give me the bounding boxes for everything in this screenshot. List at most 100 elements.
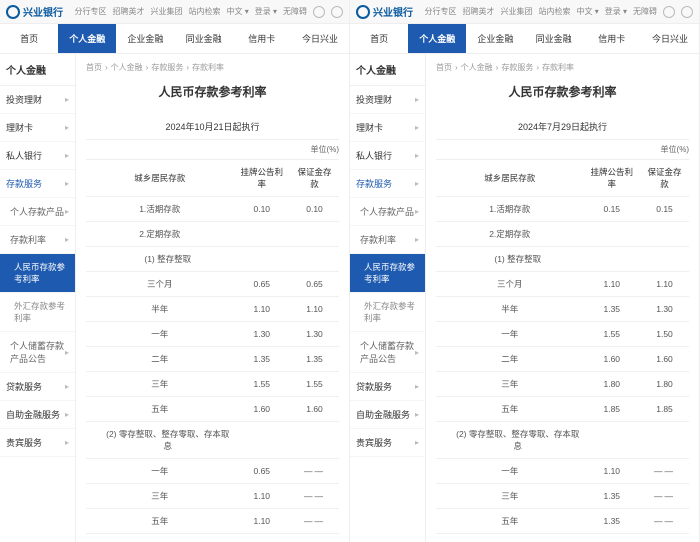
nav-item-0[interactable]: 首页 (0, 24, 58, 53)
row-rate-2 (640, 422, 689, 459)
topbar-link-0[interactable]: 分行专区 (425, 6, 457, 17)
breadcrumb-item-0[interactable]: 首页 (86, 63, 102, 72)
sidebar-item-1[interactable]: 理财卡▸ (350, 114, 425, 142)
nav-item-1[interactable]: 个人金融 (408, 24, 466, 53)
row-label: 三年 (86, 484, 234, 509)
table-row: 二年1.351.35 (86, 347, 339, 372)
nav-item-2[interactable]: 企业金融 (466, 24, 524, 53)
breadcrumb-item-2[interactable]: 存款服务 (151, 63, 183, 72)
col-header-0: 城乡居民存款 (86, 160, 234, 197)
row-label: 一年 (86, 322, 234, 347)
topbar-link-6[interactable]: 无障碍 (283, 6, 307, 17)
nav-item-5[interactable]: 今日兴业 (291, 24, 349, 53)
breadcrumb: 首页›个人金融›存款服务›存款利率 (436, 62, 689, 73)
chevron-right-icon: ▸ (65, 438, 69, 447)
nav-item-3[interactable]: 同业金融 (525, 24, 583, 53)
topbar-link-0[interactable]: 分行专区 (75, 6, 107, 17)
row-rate-1: 1.55 (584, 322, 641, 347)
row-rate-1: 1.35 (234, 347, 291, 372)
sidebar-item-0[interactable]: 投资理财▸ (0, 86, 75, 114)
topbar-link-1[interactable]: 招聘英才 (463, 6, 495, 17)
sidebar-item-3[interactable]: 存款服务▸ (0, 170, 75, 198)
topbar-link-5[interactable]: 登录 ▾ (255, 6, 277, 17)
chevron-right-icon: ▸ (415, 382, 419, 391)
nav-item-0[interactable]: 首页 (350, 24, 408, 53)
sidebar-item-9[interactable]: 贷款服务▸ (350, 373, 425, 401)
sidebar-item-7[interactable]: 外汇存款参考利率 (350, 293, 425, 332)
table-row: 五年1.35—— (436, 509, 689, 534)
sidebar-item-2[interactable]: 私人银行▸ (350, 142, 425, 170)
sidebar-item-5[interactable]: 存款利率▸ (350, 226, 425, 254)
row-rate-1: 1.30 (234, 322, 291, 347)
sidebar-item-10[interactable]: 自助金融服务▸ (0, 401, 75, 429)
row-label: 1.活期存款 (86, 197, 234, 222)
sidebar-item-8[interactable]: 个人储蓄存款产品公告▸ (350, 332, 425, 373)
user-icon[interactable] (331, 6, 343, 18)
search-icon[interactable] (313, 6, 325, 18)
sidebar-item-6[interactable]: 人民币存款参考利率 (0, 254, 75, 293)
sidebar-title: 个人金融 (350, 54, 425, 86)
sidebar-item-6[interactable]: 人民币存款参考利率 (350, 254, 425, 293)
sidebar-item-2[interactable]: 私人银行▸ (0, 142, 75, 170)
nav-item-1[interactable]: 个人金融 (58, 24, 116, 53)
sidebar-item-4[interactable]: 个人存款产品▸ (350, 198, 425, 226)
nav-item-4[interactable]: 信用卡 (583, 24, 641, 53)
breadcrumb-item-3[interactable]: 存款利率 (542, 63, 574, 72)
table-row: (2) 零存整取、整存零取、存本取息 (86, 422, 339, 459)
topbar-link-4[interactable]: 中文 ▾ (577, 6, 599, 17)
chevron-right-icon: ▸ (415, 410, 419, 419)
sidebar-item-10[interactable]: 自助金融服务▸ (350, 401, 425, 429)
sidebar-item-label: 投资理财 (356, 93, 392, 106)
row-rate-2: 1.30 (290, 322, 339, 347)
row-rate-2 (290, 422, 339, 459)
topbar-link-6[interactable]: 无障碍 (633, 6, 657, 17)
row-rate-2: —— (290, 459, 339, 484)
row-rate-1 (584, 247, 641, 272)
nav-item-5[interactable]: 今日兴业 (641, 24, 699, 53)
sidebar-item-11[interactable]: 贵宾服务▸ (350, 429, 425, 457)
row-rate-1: 0.65 (234, 459, 291, 484)
sidebar-item-3[interactable]: 存款服务▸ (350, 170, 425, 198)
sidebar-item-4[interactable]: 个人存款产品▸ (0, 198, 75, 226)
user-icon[interactable] (681, 6, 693, 18)
sidebar-item-5[interactable]: 存款利率▸ (0, 226, 75, 254)
table-row: 1.活期存款0.100.10 (86, 197, 339, 222)
row-label: (1) 整存整取 (436, 247, 584, 272)
sidebar-item-7[interactable]: 外汇存款参考利率 (0, 293, 75, 332)
topbar-link-2[interactable]: 兴业集团 (151, 6, 183, 17)
logo[interactable]: 兴业银行 (6, 4, 63, 19)
row-rate-1: 1.10 (234, 509, 291, 534)
row-label: 半年 (436, 297, 584, 322)
sidebar-item-11[interactable]: 贵宾服务 ▸ (0, 429, 75, 457)
row-rate-2: —— (290, 484, 339, 509)
breadcrumb-sep: › (496, 63, 499, 72)
breadcrumb-item-3[interactable]: 存款利率 (192, 63, 224, 72)
topbar-link-3[interactable]: 站内检索 (539, 6, 571, 17)
sidebar-item-label: 贵宾服务 (6, 436, 42, 449)
chevron-right-icon: ▸ (415, 151, 419, 160)
logo-icon (6, 5, 20, 19)
sidebar-item-label: 个人存款产品 (360, 205, 414, 218)
nav-item-2[interactable]: 企业金融 (116, 24, 174, 53)
topbar-link-4[interactable]: 中文 ▾ (227, 6, 249, 17)
breadcrumb-item-0[interactable]: 首页 (436, 63, 452, 72)
topbar-link-2[interactable]: 兴业集团 (501, 6, 533, 17)
topbar-link-5[interactable]: 登录 ▾ (605, 6, 627, 17)
logo[interactable]: 兴业银行 (356, 4, 413, 19)
breadcrumb-item-2[interactable]: 存款服务 (501, 63, 533, 72)
search-icon[interactable] (663, 6, 675, 18)
breadcrumb-item-1[interactable]: 个人金融 (111, 63, 143, 72)
sidebar-item-9[interactable]: 贷款服务▸ (0, 373, 75, 401)
breadcrumb-item-1[interactable]: 个人金融 (461, 63, 493, 72)
nav-item-3[interactable]: 同业金融 (175, 24, 233, 53)
topbar-link-1[interactable]: 招聘英才 (113, 6, 145, 17)
sidebar-item-8[interactable]: 个人储蓄存款产品公告▸ (0, 332, 75, 373)
effective-date: 2024年10月21日起执行 (86, 114, 339, 140)
nav-item-4[interactable]: 信用卡 (233, 24, 291, 53)
topbar-link-3[interactable]: 站内检索 (189, 6, 221, 17)
sidebar-item-0[interactable]: 投资理财 ▸ (350, 86, 425, 114)
row-label: 五年 (86, 397, 234, 422)
table-row: 五年1.851.85 (436, 397, 689, 422)
chevron-right-icon: ▸ (415, 95, 419, 104)
sidebar-item-1[interactable]: 理财卡▸ (0, 114, 75, 142)
